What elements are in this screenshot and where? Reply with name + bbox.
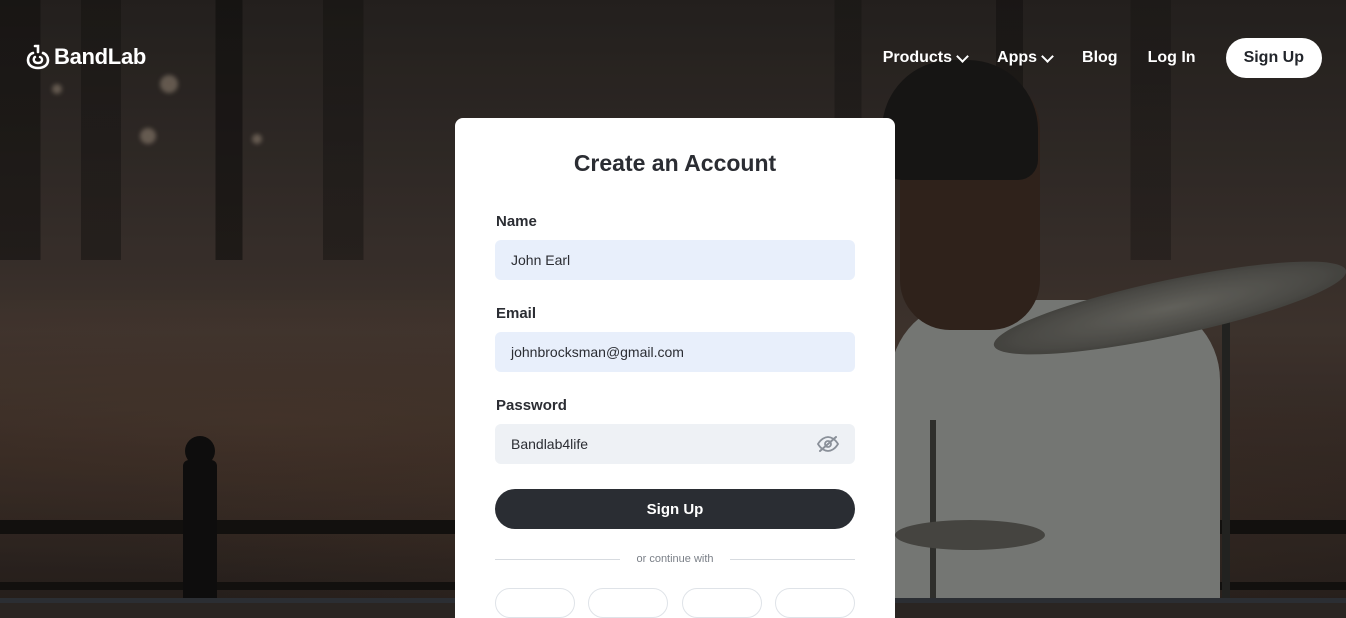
chevron-down-icon: [956, 49, 969, 63]
nav-blog[interactable]: Blog: [1082, 49, 1118, 67]
social-login-button[interactable]: [495, 588, 575, 618]
site-header: BandLab Products Apps Blog Log In Sign U…: [0, 0, 1346, 116]
password-field[interactable]: Bandlab4life: [495, 424, 855, 464]
nav-login-label: Log In: [1147, 49, 1196, 66]
name-label: Name: [496, 213, 537, 230]
email-label: Email: [496, 305, 537, 322]
name-value: John Earl: [511, 252, 571, 268]
divider-line: [495, 558, 621, 560]
password-label: Password: [496, 397, 567, 414]
main-nav: Products Apps Blog Log In Sign Up: [883, 38, 1322, 78]
eye-slash-icon[interactable]: [817, 436, 839, 452]
continue-divider: or continue with: [495, 550, 856, 568]
logo-text: BandLab: [54, 44, 147, 69]
social-login-buttons: [495, 588, 855, 618]
social-login-button[interactable]: [681, 588, 762, 618]
nav-login[interactable]: Log In: [1148, 49, 1196, 67]
bandlab-logo[interactable]: BandLab: [26, 44, 146, 70]
bandlab-logo-icon: [26, 44, 50, 70]
nav-apps-label: Apps: [997, 49, 1038, 66]
password-value: Bandlab4life: [511, 436, 589, 452]
divider-line: [729, 558, 856, 560]
nav-blog-label: Blog: [1082, 49, 1118, 66]
chevron-down-icon: [1041, 49, 1054, 63]
signup-card: Create an Account Name John Earl Email j…: [455, 118, 895, 618]
name-field[interactable]: John Earl: [495, 240, 855, 280]
nav-products-label: Products: [882, 49, 953, 66]
email-value: johnbrocksman@gmail.com: [511, 344, 684, 360]
signup-submit-button[interactable]: Sign Up: [495, 489, 855, 529]
social-login-button[interactable]: [588, 588, 669, 618]
social-login-button[interactable]: [774, 588, 855, 618]
form-title: Create an Account: [573, 150, 777, 176]
nav-products[interactable]: Products: [882, 49, 969, 67]
nav-apps[interactable]: Apps: [997, 49, 1054, 67]
email-field[interactable]: johnbrocksman@gmail.com: [495, 332, 855, 372]
divider-text: or continue with: [636, 553, 714, 565]
header-signup-button[interactable]: Sign Up: [1225, 38, 1322, 78]
